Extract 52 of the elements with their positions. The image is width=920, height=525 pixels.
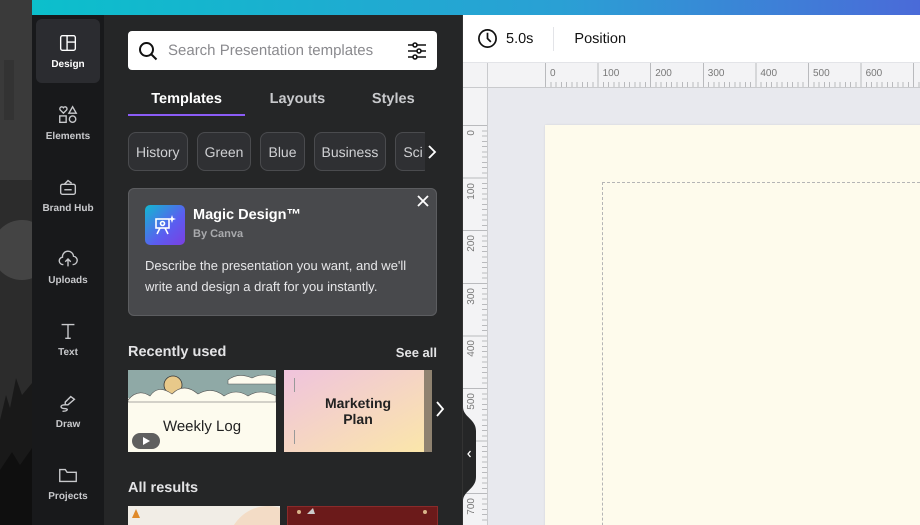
ruler-label: 500	[466, 392, 477, 410]
sidebar-tab[interactable]: Design	[36, 19, 100, 83]
filter-chip[interactable]: Green	[196, 132, 252, 171]
sidebar-tab[interactable]: Projects	[36, 451, 100, 515]
filter-chip[interactable]: History	[128, 132, 188, 171]
sidebar-tab[interactable]: Draw	[36, 379, 100, 443]
ruler-label: 200	[466, 235, 477, 252]
ruler-label: 500	[812, 67, 831, 81]
layout-icon	[57, 32, 79, 54]
tab[interactable]: Templates	[128, 82, 246, 116]
chevron-right-icon[interactable]	[435, 400, 445, 418]
ruler-label: 100	[466, 182, 477, 200]
promo-subtitle: By Canva	[193, 228, 244, 240]
ruler-label: 700	[466, 498, 477, 515]
shapes-icon	[57, 104, 79, 126]
see-all-link[interactable]: See all	[396, 344, 437, 360]
presentation-sparkle-icon	[145, 205, 185, 245]
close-icon[interactable]	[416, 194, 430, 208]
filter-chip[interactable]: Blue	[260, 132, 305, 171]
ruler-label: 300	[466, 288, 477, 304]
template-title: Weekly Log	[162, 418, 242, 435]
tab[interactable]: Layouts	[245, 82, 350, 116]
ruler-label: 300	[706, 67, 726, 81]
sidebar-tab[interactable]: Text	[36, 307, 100, 371]
filter-icon[interactable]	[407, 42, 427, 60]
filter-chip[interactable]: Sci	[395, 132, 425, 171]
ruler-label: 0	[466, 130, 477, 136]
section-heading: Recently used	[128, 344, 226, 360]
duration-button[interactable]: 5.0s	[477, 28, 534, 49]
ruler-label: 100	[602, 67, 620, 81]
section-heading: All results	[128, 480, 198, 496]
template-thumbnail[interactable]	[128, 370, 276, 452]
tab[interactable]: Styles	[350, 82, 437, 116]
search-input[interactable]: Search Presentation templates	[168, 42, 397, 59]
search-icon	[138, 40, 158, 60]
sidebar-tab[interactable]: Elements	[36, 91, 100, 155]
position-button[interactable]: Position	[574, 30, 626, 46]
search-field[interactable]: Search Presentation templates	[128, 31, 437, 70]
sidebar-tab[interactable]: Uploads	[36, 235, 100, 299]
promo-description: Describe the presentation you want, and we'll write and design a draft for you instantly.	[145, 257, 408, 296]
ruler-label: 600	[864, 67, 884, 81]
clock-icon	[477, 28, 498, 49]
ruler-label: 400	[466, 340, 477, 358]
chevron-right-icon[interactable]	[427, 144, 437, 160]
template-thumbnail[interactable]	[284, 370, 432, 452]
filter-chip[interactable]: Business	[314, 132, 386, 171]
template-title: Marketing Plan	[324, 395, 392, 427]
sidebar-tab[interactable]: Brand Hub	[36, 163, 100, 227]
promo-title: Magic Design™	[193, 207, 301, 223]
ruler-label: 400	[759, 67, 778, 81]
ruler-label: 0	[549, 67, 557, 81]
ruler-label: 200	[654, 67, 673, 81]
